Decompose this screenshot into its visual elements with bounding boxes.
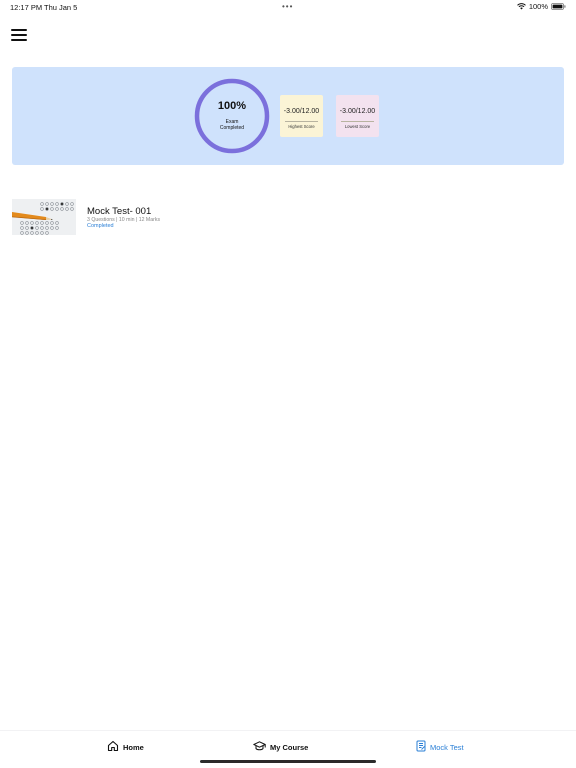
- summary-card: 100% Exam Completed -3.00/12.00 Highest …: [12, 67, 564, 165]
- status-bar: 12:17 PM Thu Jan 5 ••• 100%: [0, 0, 576, 14]
- clipboard-icon: [416, 740, 426, 754]
- nav-home-label: Home: [123, 742, 144, 752]
- divider: [285, 121, 318, 122]
- progress-ring-graphic: [194, 78, 270, 154]
- lowest-score-value: -3.00/12.00: [339, 108, 376, 115]
- progress-percent: 100%: [217, 100, 247, 112]
- list-item[interactable]: Mock Test- 001 3 Questions | 10 min | 12…: [12, 199, 552, 237]
- hamburger-icon[interactable]: [11, 29, 27, 41]
- divider: [341, 121, 374, 122]
- multitasking-dots[interactable]: •••: [282, 2, 293, 11]
- wifi-icon: [516, 3, 526, 10]
- test-thumbnail: [12, 199, 76, 235]
- house-icon: [107, 740, 119, 754]
- highest-score-label: Highest Score: [288, 124, 315, 129]
- nav-my-course-label: My Course: [270, 742, 309, 752]
- status-date: Thu Jan 5: [44, 3, 78, 12]
- graduation-cap-icon: [253, 740, 266, 754]
- menu-line: [11, 39, 27, 41]
- lowest-score-label: Lowest Score: [344, 124, 371, 129]
- nav-my-course[interactable]: My Course: [253, 740, 308, 754]
- menu-line: [11, 29, 27, 31]
- nav-mock-test-label: Mock Test: [430, 742, 464, 752]
- status-right: 100%: [516, 2, 566, 11]
- lowest-score-card: -3.00/12.00 Lowest Score: [336, 95, 379, 137]
- battery-icon: [551, 3, 566, 10]
- home-indicator[interactable]: [200, 760, 376, 763]
- progress-ring: 100% Exam Completed: [194, 78, 270, 154]
- highest-score-value: -3.00/12.00: [283, 108, 320, 115]
- test-status: Completed: [87, 223, 114, 229]
- highest-score-card: -3.00/12.00 Highest Score: [280, 95, 323, 137]
- progress-caption: Exam Completed: [194, 119, 270, 131]
- nav-mock-test[interactable]: Mock Test: [416, 740, 464, 754]
- answer-sheet-pencil-image: [12, 199, 76, 235]
- screen: 12:17 PM Thu Jan 5 ••• 100% 100% Exam Co…: [0, 0, 576, 768]
- nav-home[interactable]: Home: [107, 740, 144, 754]
- status-time: 12:17 PM: [10, 3, 43, 12]
- battery-percent: 100%: [528, 2, 548, 11]
- progress-caption-text: Exam Completed: [219, 119, 245, 131]
- menu-line: [11, 34, 27, 36]
- test-title: Mock Test- 001: [87, 206, 152, 217]
